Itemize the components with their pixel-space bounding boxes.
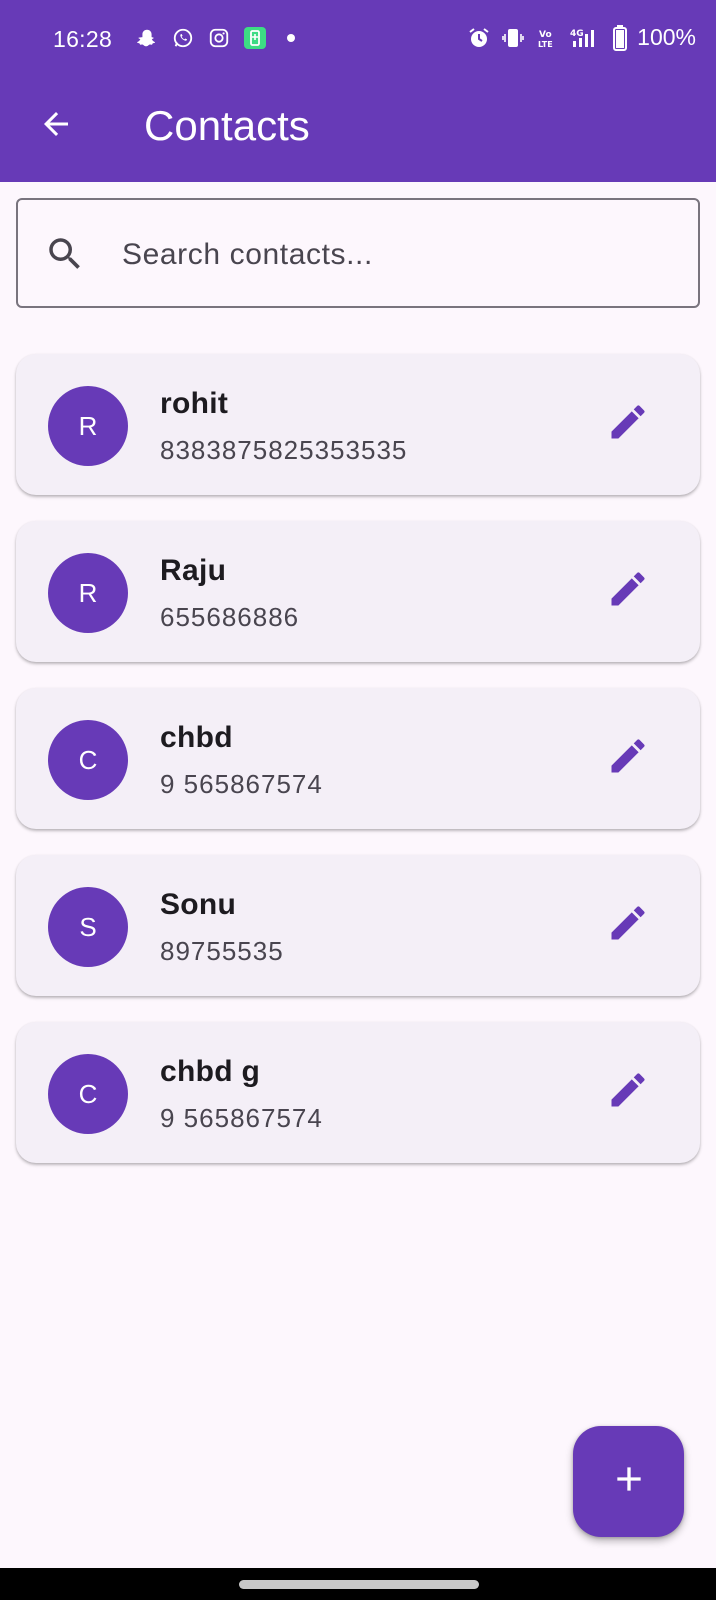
signal-4g-icon: 4G [569, 26, 603, 50]
page-title: Contacts [144, 102, 310, 149]
contact-phone: 8383875825353535 [160, 435, 408, 465]
avatar: C [48, 1054, 128, 1134]
app-header: 16:28 Vo LTE 4G 100% Contacts [0, 0, 716, 182]
contact-card[interactable]: C chbd g 9 565867574 [16, 1022, 700, 1163]
edit-icon [606, 567, 650, 616]
contact-phone: 9 565867574 [160, 769, 323, 799]
edit-icon [606, 734, 650, 783]
status-time: 16:28 [53, 26, 113, 52]
contact-card[interactable]: R rohit 8383875825353535 [16, 354, 700, 495]
search-input[interactable] [120, 226, 684, 284]
edit-button[interactable] [604, 1068, 652, 1116]
instagram-icon [207, 26, 231, 50]
gesture-handle[interactable] [239, 1580, 479, 1589]
vibrate-icon [501, 26, 525, 50]
contact-card[interactable]: S Sonu 89755535 [16, 855, 700, 996]
dot-icon [279, 26, 303, 50]
back-button[interactable] [30, 100, 82, 152]
contact-name: Raju [160, 554, 227, 587]
edit-button[interactable] [604, 400, 652, 448]
system-nav-bar [0, 1568, 716, 1600]
search-field[interactable] [16, 198, 700, 308]
status-left-icons [135, 26, 303, 50]
battery-percentage: 100% [637, 24, 696, 50]
add-icon [609, 1459, 649, 1504]
add-contact-button[interactable] [573, 1426, 684, 1537]
battery-saver-icon [243, 26, 267, 50]
arrow-back-icon [38, 106, 74, 147]
avatar: R [48, 386, 128, 466]
volte-icon: Vo LTE [535, 26, 559, 50]
edit-button[interactable] [604, 567, 652, 615]
edit-icon [606, 400, 650, 449]
svg-text:Vo: Vo [539, 30, 552, 40]
avatar: R [48, 553, 128, 633]
contact-card[interactable]: C chbd 9 565867574 [16, 688, 700, 829]
contact-phone: 89755535 [160, 936, 284, 966]
status-right-icons: Vo LTE 4G 100% [467, 24, 696, 51]
contact-phone: 655686886 [160, 602, 300, 632]
edit-icon [606, 901, 650, 950]
snapchat-icon [135, 26, 159, 50]
edit-button[interactable] [604, 734, 652, 782]
alarm-icon [467, 26, 491, 50]
contact-name: chbd g [160, 1055, 261, 1088]
svg-text:4G: 4G [570, 29, 584, 39]
edit-icon [606, 1068, 650, 1117]
search-icon [44, 233, 86, 275]
avatar: S [48, 887, 128, 967]
battery-icon [613, 24, 628, 51]
contact-name: rohit [160, 387, 229, 420]
status-bar: 16:28 Vo LTE 4G 100% [0, 18, 716, 66]
contact-card[interactable]: R Raju 655686886 [16, 521, 700, 662]
edit-button[interactable] [604, 901, 652, 949]
avatar: C [48, 720, 128, 800]
whatsapp-icon [171, 26, 195, 50]
contact-name: chbd [160, 721, 233, 754]
contact-phone: 9 565867574 [160, 1103, 323, 1133]
contact-name: Sonu [160, 888, 237, 921]
svg-text:LTE: LTE [538, 40, 553, 49]
